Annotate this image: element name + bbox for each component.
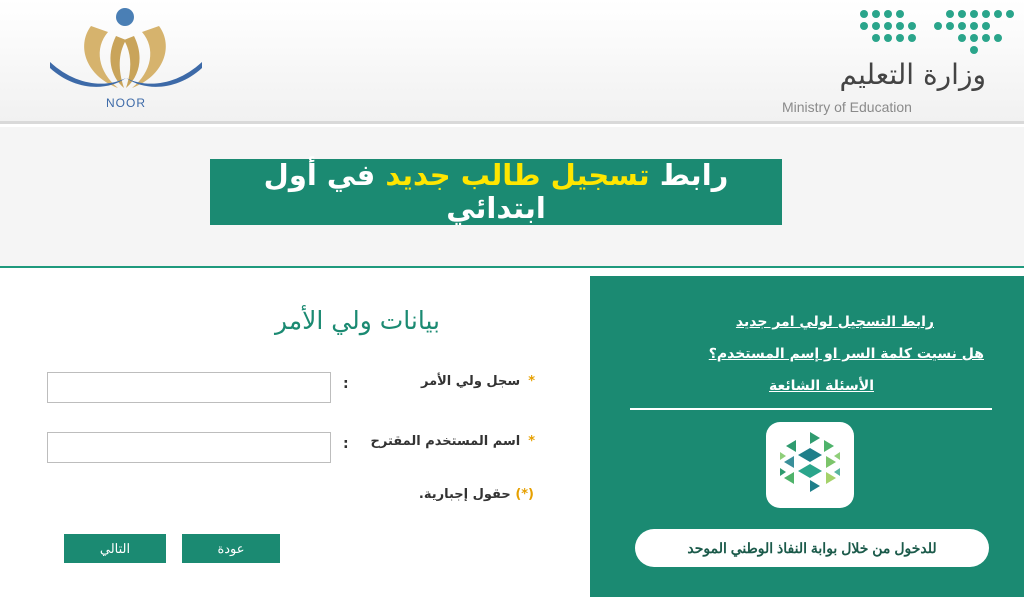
mandatory-text: حقول إجبارية. xyxy=(418,487,511,502)
suggested-username-input[interactable] xyxy=(47,432,331,463)
back-button[interactable]: عودة xyxy=(182,534,280,563)
banner-text-1: رابط xyxy=(659,158,729,192)
ministry-logo: وزارة التعليم Ministry of Education xyxy=(780,6,1016,118)
form-title: بيانات ولي الأمر xyxy=(274,306,440,335)
ministry-dots-icon xyxy=(860,10,1014,54)
banner-text-2: تسجيل طالب جديد xyxy=(385,158,650,192)
mandatory-fields-note: (*) حقول إجبارية. xyxy=(419,487,534,502)
forgot-password-link[interactable]: هل نسيت كلمة السر او إسم المستخدم؟ xyxy=(709,346,984,362)
guardian-record-input[interactable] xyxy=(47,372,331,403)
field-colon: : xyxy=(343,376,349,392)
noor-logo[interactable]: NOOR xyxy=(46,6,206,114)
side-panel: رابط التسجيل لولي امر جديد هل نسيت كلمة … xyxy=(590,276,1024,597)
page-header: NOOR وزارة التعليم Ministry of Education xyxy=(0,0,1024,124)
nafath-login-button[interactable]: للدخول من خلال بوابة النفاذ الوطني الموح… xyxy=(635,529,989,567)
field-colon: : xyxy=(343,436,349,452)
suggested-username-label: * اسم المستخدم المقترح xyxy=(371,434,535,449)
mandatory-star: (*) xyxy=(515,487,534,502)
banner-text-4: ابتدائي xyxy=(446,191,546,225)
required-star: * xyxy=(528,434,535,449)
noor-logo-graphic xyxy=(50,8,202,88)
register-guardian-link[interactable]: رابط التسجيل لولي امر جديد xyxy=(736,314,934,330)
page-banner: رابط تسجيل طالب جديد في أول ابتدائي xyxy=(210,159,782,225)
ministry-name-arabic: وزارة التعليم xyxy=(839,58,986,91)
panel-divider xyxy=(630,408,992,410)
nafath-icon xyxy=(780,432,840,492)
guardian-record-label-text: سجل ولي الأمر xyxy=(420,374,521,389)
faq-link[interactable]: الأسئلة الشائعة xyxy=(769,378,874,394)
noor-logo-text: NOOR xyxy=(106,96,146,110)
suggested-username-label-text: اسم المستخدم المقترح xyxy=(370,434,521,449)
nafath-logo[interactable] xyxy=(766,422,854,508)
required-star: * xyxy=(528,374,535,389)
banner-text-3: في أول xyxy=(263,158,376,192)
guardian-record-label: * سجل ولي الأمر xyxy=(421,374,535,389)
ministry-name-english: Ministry of Education xyxy=(782,99,912,115)
next-button[interactable]: التالي xyxy=(64,534,166,563)
